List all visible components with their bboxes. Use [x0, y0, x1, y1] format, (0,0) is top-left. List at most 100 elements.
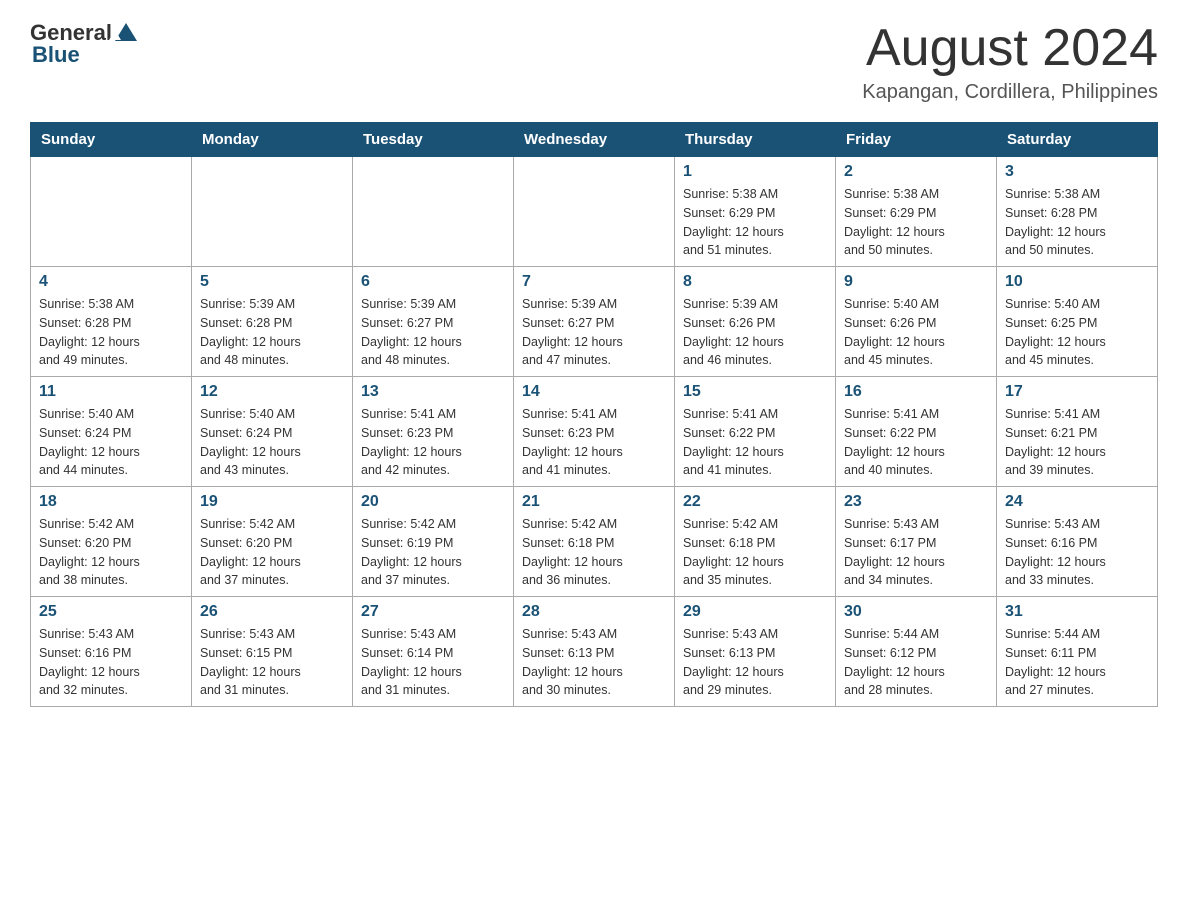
calendar-cell: 12 Sunrise: 5:40 AMSunset: 6:24 PMDayligh… [192, 377, 353, 487]
calendar-header-row: SundayMondayTuesdayWednesdayThursdayFrid… [31, 123, 1158, 157]
calendar-cell: 6Sunrise: 5:39 AMSunset: 6:27 PMDaylight… [353, 267, 514, 377]
column-header-wednesday: Wednesday [514, 123, 675, 157]
day-info: Sunrise: 5:41 AMSunset: 6:22 PMDaylight:… [844, 407, 945, 477]
calendar-cell: 16 Sunrise: 5:41 AMSunset: 6:22 PMDayligh… [836, 377, 997, 487]
calendar-cell: 22 Sunrise: 5:42 AMSunset: 6:18 PMDayligh… [675, 487, 836, 597]
logo-blue-text: Blue [32, 42, 80, 68]
day-number: 31 [1005, 603, 1149, 621]
day-info: Sunrise: 5:42 AMSunset: 6:20 PMDaylight:… [200, 517, 301, 587]
day-info: Sunrise: 5:39 AMSunset: 6:26 PMDaylight:… [683, 297, 784, 367]
calendar-cell: 28 Sunrise: 5:43 AMSunset: 6:13 PMDayligh… [514, 597, 675, 707]
page-header: General Blue August 2024 Kapangan, Cordi… [30, 20, 1158, 104]
day-number: 9 [844, 273, 988, 291]
day-number: 1 [683, 163, 827, 181]
calendar-cell: 10 Sunrise: 5:40 AMSunset: 6:25 PMDayligh… [997, 267, 1158, 377]
day-info: Sunrise: 5:38 AMSunset: 6:29 PMDaylight:… [683, 187, 784, 257]
calendar-cell: 24 Sunrise: 5:43 AMSunset: 6:16 PMDayligh… [997, 487, 1158, 597]
calendar-cell: 4 Sunrise: 5:38 AMSunset: 6:28 PMDaylight… [31, 267, 192, 377]
day-info: Sunrise: 5:42 AMSunset: 6:18 PMDaylight:… [683, 517, 784, 587]
day-info: Sunrise: 5:41 AMSunset: 6:23 PMDaylight:… [522, 407, 623, 477]
calendar-cell: 20Sunrise: 5:42 AMSunset: 6:19 PMDayligh… [353, 487, 514, 597]
day-number: 21 [522, 493, 666, 511]
day-info: Sunrise: 5:40 AMSunset: 6:26 PMDaylight:… [844, 297, 945, 367]
day-number: 22 [683, 493, 827, 511]
day-info: Sunrise: 5:43 AMSunset: 6:16 PMDaylight:… [39, 627, 140, 697]
calendar-week-row: 1 Sunrise: 5:38 AMSunset: 6:29 PMDaylight… [31, 157, 1158, 267]
day-number: 18 [39, 493, 183, 511]
day-number: 4 [39, 273, 183, 291]
calendar-cell: 30 Sunrise: 5:44 AMSunset: 6:12 PMDayligh… [836, 597, 997, 707]
day-number: 14 [522, 383, 666, 401]
calendar-cell: 26Sunrise: 5:43 AMSunset: 6:15 PMDayligh… [192, 597, 353, 707]
calendar-cell: 27 Sunrise: 5:43 AMSunset: 6:14 PMDayligh… [353, 597, 514, 707]
calendar-cell: 29 Sunrise: 5:43 AMSunset: 6:13 PMDayligh… [675, 597, 836, 707]
day-info: Sunrise: 5:39 AMSunset: 6:27 PMDaylight:… [361, 297, 462, 367]
day-number: 5 [200, 273, 344, 291]
day-info: Sunrise: 5:39 AMSunset: 6:28 PMDaylight:… [200, 297, 301, 367]
day-number: 10 [1005, 273, 1149, 291]
column-header-monday: Monday [192, 123, 353, 157]
day-info: Sunrise: 5:40 AMSunset: 6:24 PMDaylight:… [200, 407, 301, 477]
day-info: Sunrise: 5:41 AMSunset: 6:21 PMDaylight:… [1005, 407, 1106, 477]
day-number: 15 [683, 383, 827, 401]
day-info: Sunrise: 5:40 AMSunset: 6:25 PMDaylight:… [1005, 297, 1106, 367]
column-header-tuesday: Tuesday [353, 123, 514, 157]
column-header-saturday: Saturday [997, 123, 1158, 157]
calendar-cell [192, 157, 353, 267]
day-number: 3 [1005, 163, 1149, 181]
day-number: 27 [361, 603, 505, 621]
day-info: Sunrise: 5:38 AMSunset: 6:28 PMDaylight:… [1005, 187, 1106, 257]
day-number: 30 [844, 603, 988, 621]
day-info: Sunrise: 5:43 AMSunset: 6:16 PMDaylight:… [1005, 517, 1106, 587]
day-number: 25 [39, 603, 183, 621]
day-info: Sunrise: 5:42 AMSunset: 6:18 PMDaylight:… [522, 517, 623, 587]
day-info: Sunrise: 5:38 AMSunset: 6:28 PMDaylight:… [39, 297, 140, 367]
day-number: 2 [844, 163, 988, 181]
calendar-week-row: 4 Sunrise: 5:38 AMSunset: 6:28 PMDaylight… [31, 267, 1158, 377]
calendar-cell [31, 157, 192, 267]
day-number: 28 [522, 603, 666, 621]
day-info: Sunrise: 5:43 AMSunset: 6:13 PMDaylight:… [683, 627, 784, 697]
day-info: Sunrise: 5:43 AMSunset: 6:17 PMDaylight:… [844, 517, 945, 587]
day-info: Sunrise: 5:40 AMSunset: 6:24 PMDaylight:… [39, 407, 140, 477]
calendar-cell: 23 Sunrise: 5:43 AMSunset: 6:17 PMDayligh… [836, 487, 997, 597]
calendar-cell: 14 Sunrise: 5:41 AMSunset: 6:23 PMDayligh… [514, 377, 675, 487]
day-info: Sunrise: 5:44 AMSunset: 6:11 PMDaylight:… [1005, 627, 1106, 697]
calendar-cell: 17 Sunrise: 5:41 AMSunset: 6:21 PMDayligh… [997, 377, 1158, 487]
day-info: Sunrise: 5:43 AMSunset: 6:14 PMDaylight:… [361, 627, 462, 697]
calendar-table: SundayMondayTuesdayWednesdayThursdayFrid… [30, 122, 1158, 707]
logo: General Blue [30, 20, 137, 68]
day-number: 11 [39, 383, 183, 401]
title-block: August 2024 Kapangan, Cordillera, Philip… [862, 20, 1158, 104]
day-number: 7 [522, 273, 666, 291]
day-number: 13 [361, 383, 505, 401]
day-info: Sunrise: 5:41 AMSunset: 6:23 PMDaylight:… [361, 407, 462, 477]
calendar-cell: 7 Sunrise: 5:39 AMSunset: 6:27 PMDaylight… [514, 267, 675, 377]
calendar-cell: 15Sunrise: 5:41 AMSunset: 6:22 PMDayligh… [675, 377, 836, 487]
day-number: 8 [683, 273, 827, 291]
day-info: Sunrise: 5:39 AMSunset: 6:27 PMDaylight:… [522, 297, 623, 367]
column-header-thursday: Thursday [675, 123, 836, 157]
calendar-cell: 18Sunrise: 5:42 AMSunset: 6:20 PMDayligh… [31, 487, 192, 597]
month-title: August 2024 [862, 20, 1158, 77]
day-info: Sunrise: 5:43 AMSunset: 6:13 PMDaylight:… [522, 627, 623, 697]
day-info: Sunrise: 5:38 AMSunset: 6:29 PMDaylight:… [844, 187, 945, 257]
calendar-cell [353, 157, 514, 267]
day-number: 12 [200, 383, 344, 401]
day-number: 24 [1005, 493, 1149, 511]
day-info: Sunrise: 5:43 AMSunset: 6:15 PMDaylight:… [200, 627, 301, 697]
day-number: 19 [200, 493, 344, 511]
day-number: 29 [683, 603, 827, 621]
day-info: Sunrise: 5:44 AMSunset: 6:12 PMDaylight:… [844, 627, 945, 697]
column-header-friday: Friday [836, 123, 997, 157]
day-number: 16 [844, 383, 988, 401]
day-number: 23 [844, 493, 988, 511]
calendar-cell: 31 Sunrise: 5:44 AMSunset: 6:11 PMDayligh… [997, 597, 1158, 707]
day-info: Sunrise: 5:42 AMSunset: 6:19 PMDaylight:… [361, 517, 462, 587]
calendar-cell [514, 157, 675, 267]
day-number: 17 [1005, 383, 1149, 401]
calendar-week-row: 25 Sunrise: 5:43 AMSunset: 6:16 PMDayligh… [31, 597, 1158, 707]
calendar-week-row: 11 Sunrise: 5:40 AMSunset: 6:24 PMDayligh… [31, 377, 1158, 487]
column-header-sunday: Sunday [31, 123, 192, 157]
calendar-cell: 21 Sunrise: 5:42 AMSunset: 6:18 PMDayligh… [514, 487, 675, 597]
